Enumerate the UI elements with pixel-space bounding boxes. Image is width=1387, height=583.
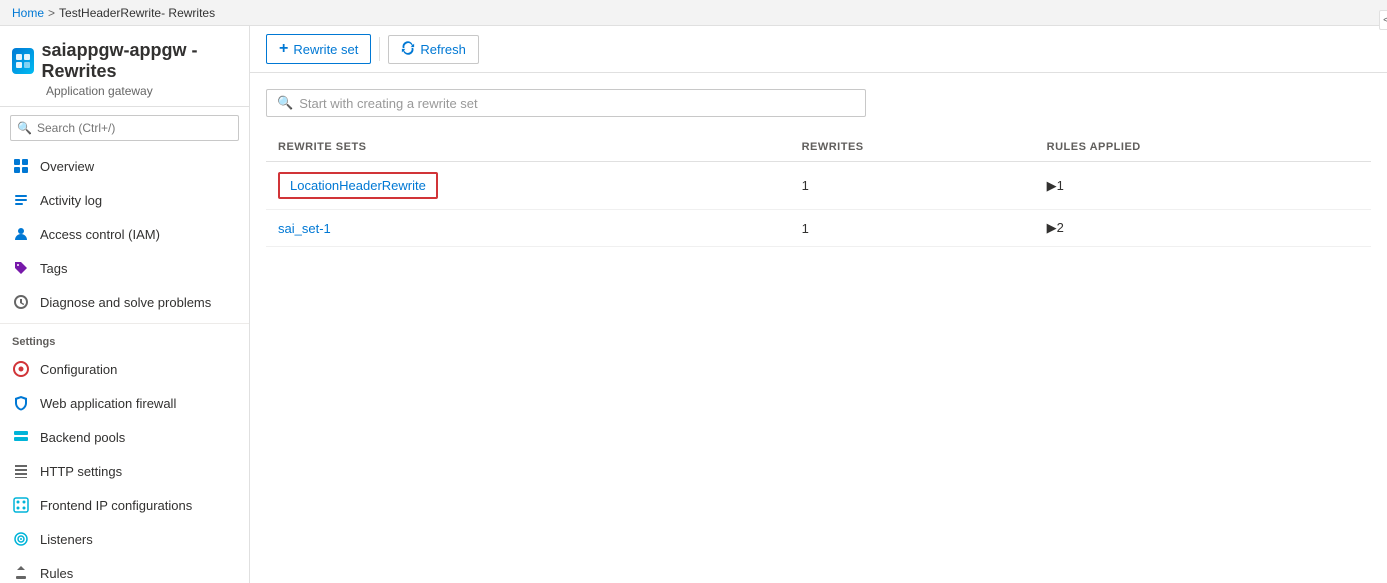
breadcrumb-sep1: > (48, 6, 55, 20)
col-rewrite-sets: REWRITE SETS (266, 133, 790, 162)
refresh-button[interactable]: Refresh (388, 35, 479, 64)
sidebar-item-rules[interactable]: Rules (0, 556, 249, 583)
backend-pools-icon (12, 428, 30, 446)
row2-rules-applied: ▶2 (1035, 210, 1371, 247)
content-area: + Rewrite set Refresh 🔍 Start with creat… (250, 26, 1387, 583)
refresh-label: Refresh (420, 42, 466, 57)
breadcrumb-page: TestHeaderRewrite- Rewrites (59, 6, 215, 20)
breadcrumb: Home > TestHeaderRewrite- Rewrites (0, 0, 1387, 26)
sidebar-item-activity-log[interactable]: Activity log (0, 183, 249, 217)
filter-search-icon: 🔍 (277, 95, 293, 111)
overview-icon (12, 157, 30, 175)
sidebar-item-waf-label: Web application firewall (40, 396, 176, 411)
sidebar-subtitle: Application gateway (12, 84, 237, 98)
refresh-icon (401, 41, 415, 58)
sidebar-item-http-settings-label: HTTP settings (40, 464, 122, 479)
sidebar-item-diagnose[interactable]: Diagnose and solve problems (0, 285, 249, 319)
col-rules-applied: RULES APPLIED (1035, 133, 1371, 162)
filter-placeholder: Start with creating a rewrite set (299, 96, 477, 111)
sidebar-item-diagnose-label: Diagnose and solve problems (40, 295, 211, 310)
listeners-icon (12, 530, 30, 548)
sidebar-item-waf[interactable]: Web application firewall (0, 386, 249, 420)
row2-name[interactable]: sai_set-1 (278, 221, 331, 236)
row1-rules-applied: ▶1 (1035, 162, 1371, 210)
col-rewrites: REWRITES (790, 133, 1035, 162)
rewrite-set-label: Rewrite set (293, 42, 358, 57)
configuration-icon (12, 360, 30, 378)
sidebar-header: saiappgw-appgw - Rewrites << Application… (0, 26, 249, 107)
sidebar-item-configuration[interactable]: Configuration (0, 352, 249, 386)
sidebar-nav: Overview Activity log (0, 149, 249, 583)
http-settings-icon (12, 462, 30, 480)
sidebar-item-overview-label: Overview (40, 159, 94, 174)
sidebar-item-tags-label: Tags (40, 261, 67, 276)
sidebar-item-backend-pools-label: Backend pools (40, 430, 125, 445)
filter-box[interactable]: 🔍 Start with creating a rewrite set (266, 89, 866, 117)
rewrites-table: REWRITE SETS REWRITES RULES APPLIED Loca… (266, 133, 1371, 247)
table-row[interactable]: LocationHeaderRewrite 1 ▶1 (266, 162, 1371, 210)
plus-icon: + (279, 40, 288, 58)
sidebar-item-activity-log-label: Activity log (40, 193, 102, 208)
row1-name[interactable]: LocationHeaderRewrite (290, 178, 426, 193)
sidebar-item-frontend-ip[interactable]: Frontend IP configurations (0, 488, 249, 522)
sidebar-item-overview[interactable]: Overview (0, 149, 249, 183)
sidebar-title: saiappgw-appgw - Rewrites (12, 40, 237, 82)
frontend-ip-icon (12, 496, 30, 514)
sidebar-item-tags[interactable]: Tags (0, 251, 249, 285)
toolbar-divider (379, 37, 380, 61)
sidebar-item-rules-label: Rules (40, 566, 73, 581)
settings-section-label: Settings (0, 323, 249, 352)
toolbar: + Rewrite set Refresh (250, 26, 1387, 73)
breadcrumb-home[interactable]: Home (12, 6, 44, 20)
sidebar-item-listeners[interactable]: Listeners (0, 522, 249, 556)
sidebar-item-backend-pools[interactable]: Backend pools (0, 420, 249, 454)
gateway-icon (12, 48, 34, 74)
search-input[interactable] (10, 115, 239, 141)
sidebar-item-access-control[interactable]: Access control (IAM) (0, 217, 249, 251)
rules-icon (12, 564, 30, 582)
row2-rewrites: 1 (790, 210, 1035, 247)
sidebar-item-listeners-label: Listeners (40, 532, 93, 547)
activity-log-icon (12, 191, 30, 209)
sidebar-item-access-control-label: Access control (IAM) (40, 227, 160, 242)
tags-icon (12, 259, 30, 277)
rewrite-set-button[interactable]: + Rewrite set (266, 34, 371, 64)
search-icon: 🔍 (17, 121, 32, 135)
search-container: 🔍 (10, 115, 239, 141)
sidebar-item-configuration-label: Configuration (40, 362, 117, 377)
main-content: 🔍 Start with creating a rewrite set REWR… (250, 73, 1387, 583)
access-control-icon (12, 225, 30, 243)
resource-name: saiappgw-appgw - Rewrites (42, 40, 237, 82)
waf-icon (12, 394, 30, 412)
sidebar-item-frontend-ip-label: Frontend IP configurations (40, 498, 192, 513)
row1-rewrites: 1 (790, 162, 1035, 210)
sidebar-item-http-settings[interactable]: HTTP settings (0, 454, 249, 488)
diagnose-icon (12, 293, 30, 311)
table-row[interactable]: sai_set-1 1 ▶2 (266, 210, 1371, 247)
sidebar: saiappgw-appgw - Rewrites << Application… (0, 26, 250, 583)
